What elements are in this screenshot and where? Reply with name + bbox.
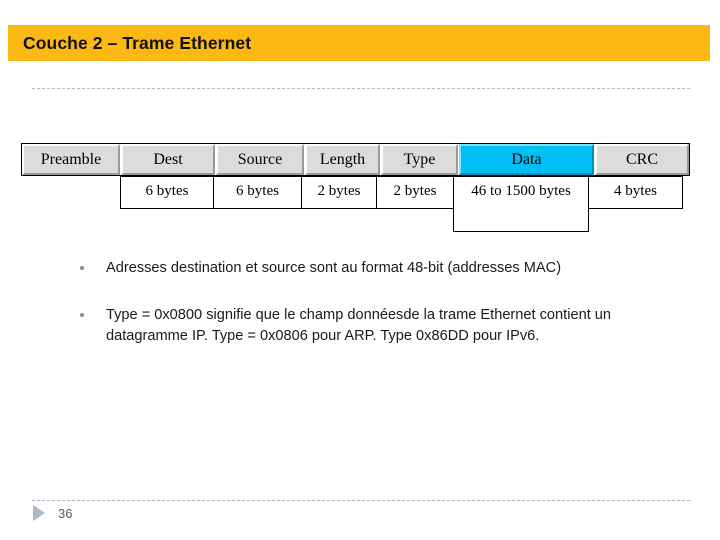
frame-size-label: 6 bytes (145, 183, 189, 199)
frame-field-label: CRC (625, 150, 658, 168)
frame-field-label: Type (403, 150, 436, 168)
frame-size-label: 4 bytes (614, 183, 657, 199)
frame-field-label: Source (237, 150, 283, 168)
bullet-dot-icon (80, 266, 84, 270)
frame-size-length: 2 bytes (301, 176, 377, 209)
frame-size-label: 2 bytes (393, 183, 437, 199)
frame-field-label: Preamble (40, 150, 102, 168)
bullet-list: Adresses destination et source sont au f… (72, 258, 682, 373)
frame-field-header-row: Preamble Dest Source Length Type Data CR… (21, 143, 690, 176)
frame-field-crc: CRC (595, 144, 689, 175)
divider-top (32, 88, 690, 89)
list-item: Type = 0x0800 signifie que le champ donn… (72, 305, 651, 347)
frame-size-label: 2 bytes (317, 183, 361, 199)
slide-title-bar: Couche 2 – Trame Ethernet (8, 25, 710, 61)
frame-field-data: Data (459, 144, 594, 175)
divider-bottom (32, 500, 690, 501)
list-item: Adresses destination et source sont au f… (72, 258, 682, 279)
ethernet-frame-diagram: Preamble Dest Source Length Type Data CR… (21, 143, 693, 235)
page-title: Couche 2 – Trame Ethernet (23, 32, 252, 53)
frame-field-preamble: Preamble (22, 144, 120, 175)
list-item-text: Adresses destination et source sont au f… (106, 260, 562, 276)
frame-size-data: 46 to 1500 bytes (453, 176, 589, 232)
frame-size-source: 6 bytes (213, 176, 302, 209)
frame-size-type: 2 bytes (376, 176, 454, 209)
frame-field-label: Dest (153, 150, 183, 168)
frame-size-label: 6 bytes (236, 183, 279, 199)
list-item-text: Type = 0x0800 signifie que le champ donn… (106, 307, 612, 344)
frame-field-label: Data (511, 150, 542, 168)
slide-footer: 36 (33, 505, 72, 521)
triangle-right-icon (33, 505, 45, 521)
frame-field-dest: Dest (121, 144, 215, 175)
frame-field-label: Length (319, 150, 366, 168)
bullet-dot-icon (80, 313, 84, 317)
frame-field-length: Length (305, 144, 380, 175)
frame-field-source: Source (216, 144, 304, 175)
frame-size-crc: 4 bytes (588, 176, 683, 209)
frame-size-dest: 6 bytes (120, 176, 214, 209)
frame-field-type: Type (381, 144, 458, 175)
frame-size-label: 46 to 1500 bytes (471, 183, 571, 199)
page-number: 36 (58, 505, 73, 521)
